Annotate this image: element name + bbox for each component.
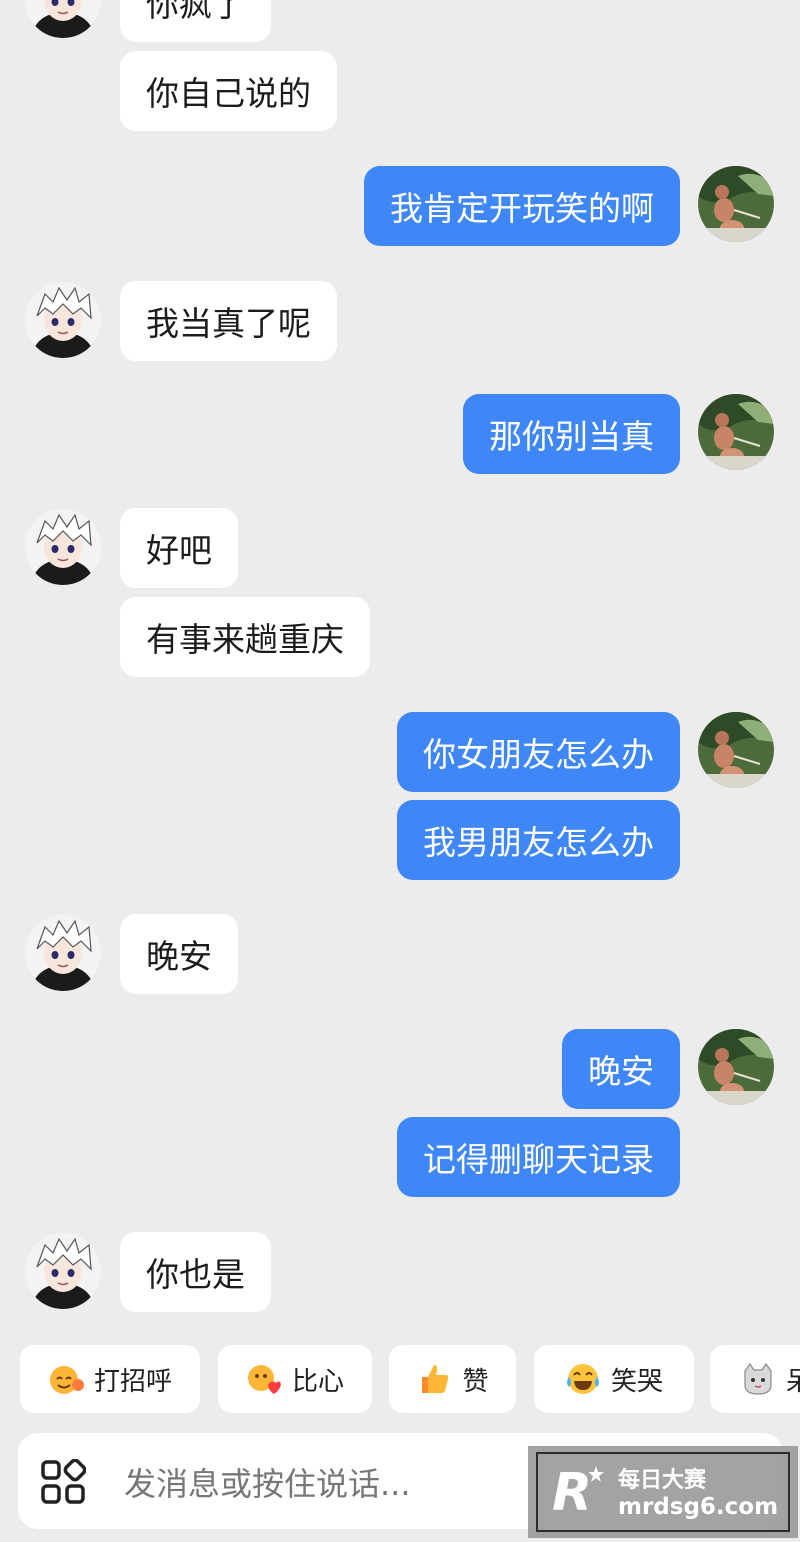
watermark-logo-icon: R [552,1463,604,1522]
cat-face-icon [744,1362,772,1395]
my-avatar[interactable] [698,394,774,470]
watermark-logo-letter: R [552,1463,592,1522]
photo-avatar-icon [698,394,774,470]
message-bubble-incoming[interactable]: 你也是 [120,1232,271,1312]
contact-avatar[interactable] [25,915,101,991]
message-bubble-outgoing[interactable]: 晚安 [562,1029,680,1109]
anime-avatar-icon [25,509,101,585]
my-avatar[interactable] [698,1029,774,1105]
quick-reply-like[interactable]: 赞 [389,1345,516,1413]
quick-reply-heart[interactable]: 比心 [218,1345,372,1413]
message-text: 有事来趟重庆 [146,620,344,659]
quick-reply-cat[interactable]: 呆 [710,1345,800,1413]
message-bubble-incoming[interactable]: 好吧 [120,508,238,588]
quick-reply-label: 赞 [462,1366,489,1397]
message-text: 晚安 [588,1052,654,1091]
message-text: 我男朋友怎么办 [423,823,654,862]
message-text: 你女朋友怎么办 [423,735,654,774]
contact-avatar[interactable] [25,509,101,585]
message-bubble-incoming[interactable]: 我当真了呢 [120,281,337,361]
message-text: 好吧 [146,531,212,570]
quick-reply-bar: 打招呼 比心 赞 笑哭 呆 [0,1345,800,1413]
message-bubble-incoming[interactable]: 有事来趟重庆 [120,597,370,677]
laugh-cry-icon [566,1364,599,1394]
contact-avatar[interactable] [25,0,101,38]
contact-avatar[interactable] [25,1233,101,1309]
thumbs-up-icon [422,1365,449,1393]
photo-avatar-icon [698,712,774,788]
message-text: 你疯了 [146,0,245,24]
quick-reply-laugh-cry[interactable]: 笑哭 [534,1345,694,1413]
chat-area[interactable]: 你疯了 你自己说的 我肯定开玩笑的啊 我当真了呢 那你别当真 好吧 有事来趟重庆… [0,0,800,1330]
wave-face-icon [49,1366,84,1394]
quick-reply-label: 笑哭 [610,1366,663,1397]
message-text: 你自己说的 [146,74,311,113]
heart-hands-icon [247,1365,281,1394]
message-bubble-outgoing[interactable]: 那你别当真 [463,394,680,474]
message-bubble-outgoing[interactable]: 我肯定开玩笑的啊 [364,166,680,246]
quick-reply-label: 打招呼 [93,1366,172,1397]
anime-avatar-icon [25,282,101,358]
message-text: 你也是 [146,1255,245,1294]
message-text: 我肯定开玩笑的啊 [390,189,654,228]
anime-avatar-icon [25,0,101,38]
watermark-badge: R 每日大赛 mrdsg6.com [528,1446,798,1538]
anime-avatar-icon [25,1233,101,1309]
my-avatar[interactable] [698,712,774,788]
watermark-title: 每日大赛 [618,1468,707,1493]
message-bubble-incoming[interactable]: 你自己说的 [120,51,337,131]
apps-grid-icon[interactable] [40,1459,86,1505]
photo-avatar-icon [698,1029,774,1105]
quick-reply-label: 呆 [786,1366,800,1397]
my-avatar[interactable] [698,166,774,242]
photo-avatar-icon [698,166,774,242]
message-bubble-outgoing[interactable]: 记得删聊天记录 [397,1117,680,1197]
message-text: 记得删聊天记录 [423,1140,654,1179]
message-text: 晚安 [146,937,212,976]
contact-avatar[interactable] [25,282,101,358]
message-text: 我当真了呢 [146,304,311,343]
message-bubble-outgoing[interactable]: 我男朋友怎么办 [397,800,680,880]
message-text: 那你别当真 [489,417,654,456]
message-input-placeholder[interactable]: 发消息或按住说话... [124,1459,411,1505]
watermark-url: mrdsg6.com [618,1494,779,1520]
quick-reply-label: 比心 [291,1366,344,1397]
message-bubble-incoming[interactable]: 晚安 [120,914,238,994]
message-bubble-incoming[interactable]: 你疯了 [120,0,271,42]
quick-reply-wave[interactable]: 打招呼 [20,1345,200,1413]
message-bubble-outgoing[interactable]: 你女朋友怎么办 [397,712,680,792]
anime-avatar-icon [25,915,101,991]
